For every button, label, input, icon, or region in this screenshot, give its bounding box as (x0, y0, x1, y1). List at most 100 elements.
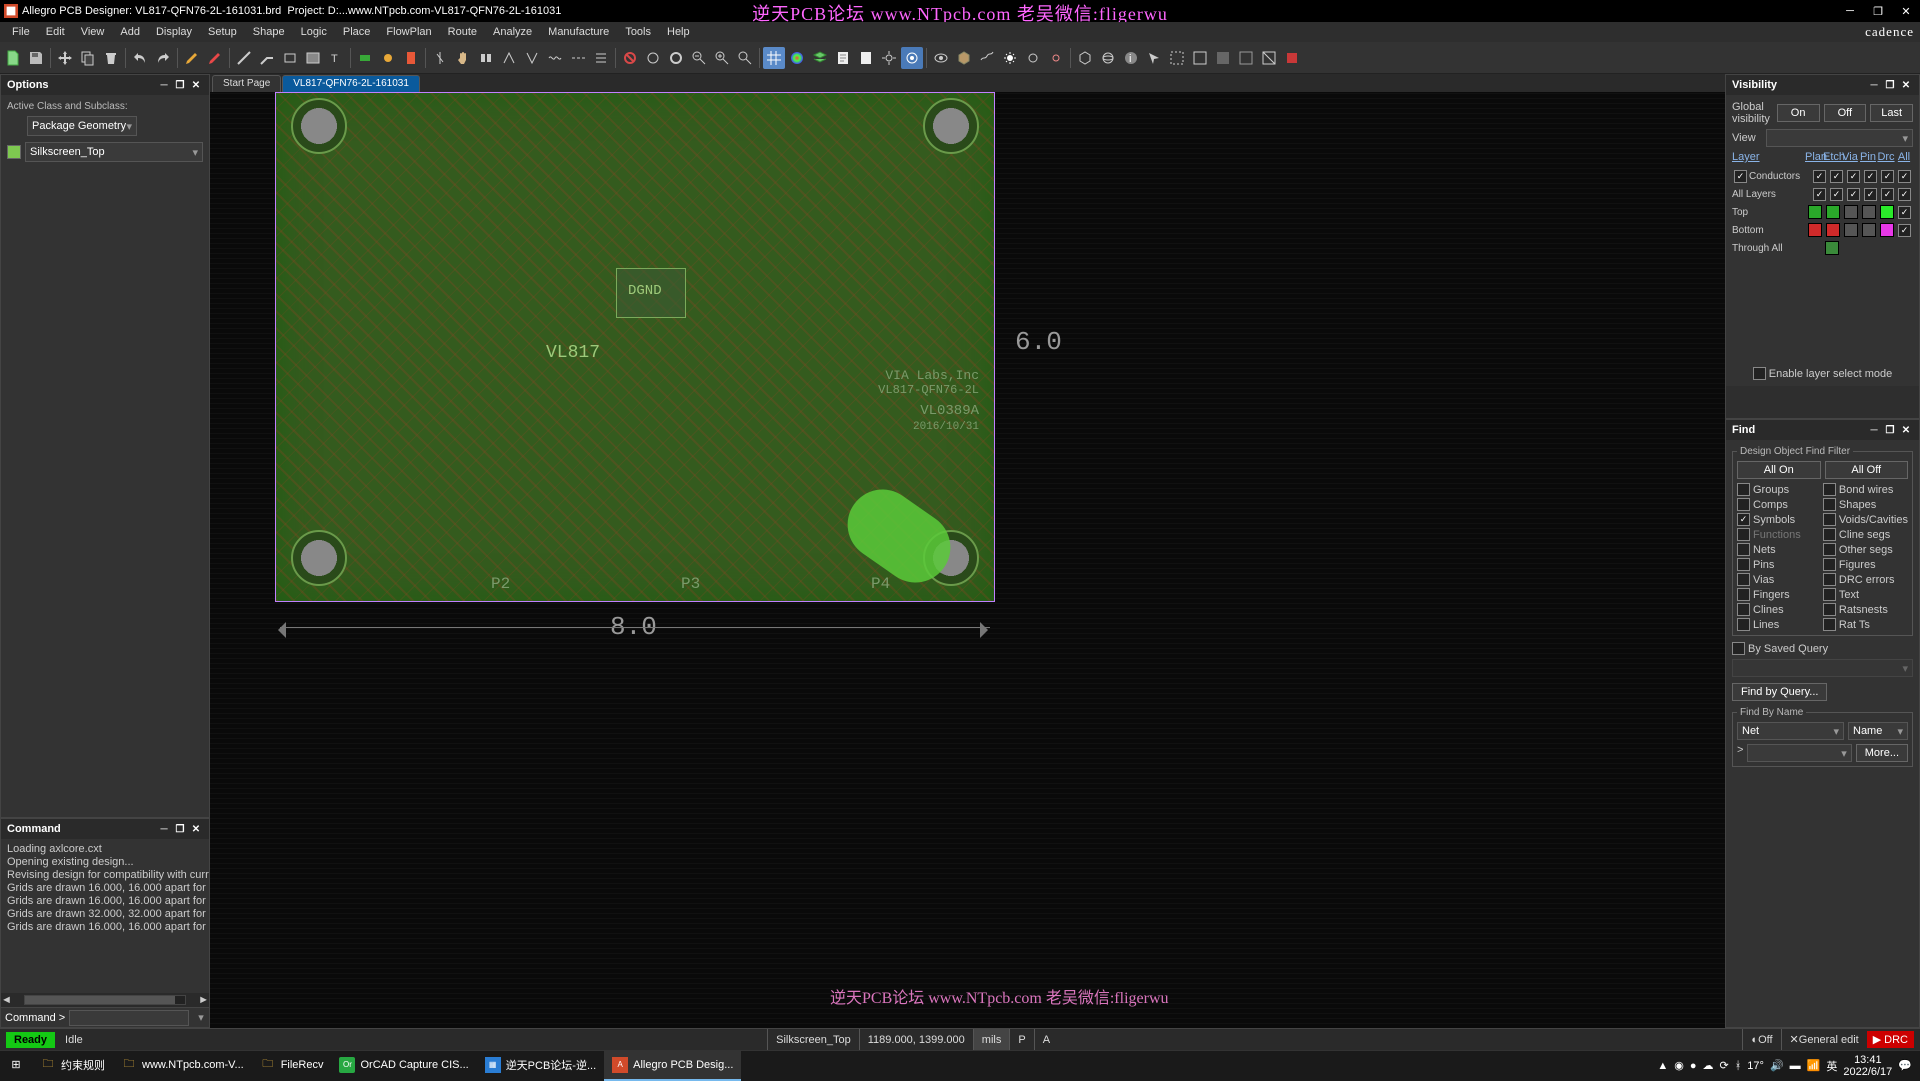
report-icon[interactable] (832, 47, 854, 69)
bot-drc-swatch[interactable] (1880, 223, 1894, 237)
gear-icon[interactable] (878, 47, 900, 69)
find-drcerrors-checkbox[interactable] (1823, 573, 1836, 586)
snake-icon[interactable] (544, 47, 566, 69)
find-clinesegs-checkbox[interactable] (1823, 528, 1836, 541)
find-name-combo[interactable]: Name (1848, 722, 1908, 740)
zoom-out-icon[interactable] (688, 47, 710, 69)
hdr-pin[interactable]: Pin (1859, 151, 1877, 163)
thru-swatch[interactable] (1825, 241, 1839, 255)
all-on-button[interactable]: All On (1737, 461, 1821, 479)
find-shapes-checkbox[interactable] (1823, 498, 1836, 511)
find-othersegs-checkbox[interactable] (1823, 543, 1836, 556)
cmd-history-dropdown[interactable]: ▾ (193, 1011, 209, 1024)
all-plan[interactable] (1813, 188, 1826, 201)
find-by-query-button[interactable]: Find by Query... (1732, 683, 1827, 701)
find-vias-checkbox[interactable] (1737, 573, 1750, 586)
subclass-swatch[interactable] (7, 145, 21, 159)
cube-icon[interactable] (953, 47, 975, 69)
task-orcad[interactable]: OrOrCAD Capture CIS... (331, 1051, 476, 1081)
status-p[interactable]: P (1009, 1029, 1033, 1050)
tray-wifi-icon[interactable]: 📶 (1807, 1059, 1821, 1072)
cond-via[interactable] (1847, 170, 1860, 183)
tab-start-page[interactable]: Start Page (212, 75, 281, 92)
find-voidscavities-checkbox[interactable] (1823, 513, 1836, 526)
status-mode[interactable]: ✕ General edit (1781, 1029, 1867, 1050)
global-off-button[interactable]: Off (1824, 104, 1867, 122)
tray-bt-icon[interactable]: ᚼ (1735, 1060, 1742, 1072)
tray-sync-icon[interactable]: ⟳ (1719, 1059, 1728, 1072)
status-a[interactable]: A (1034, 1029, 1058, 1050)
enable-layer-select-checkbox[interactable] (1753, 367, 1766, 380)
hdr-layer[interactable]: Layer (1732, 151, 1805, 163)
delete-icon[interactable] (100, 47, 122, 69)
heat-icon[interactable] (400, 47, 422, 69)
sun-icon[interactable] (377, 47, 399, 69)
cond-pin[interactable] (1864, 170, 1877, 183)
find-max-icon[interactable]: ❐ (1883, 423, 1897, 437)
close-button[interactable]: ✕ (1892, 0, 1920, 22)
menu-setup[interactable]: Setup (200, 24, 245, 40)
hdr-drc[interactable]: Drc (1877, 151, 1895, 163)
cond-all[interactable] (1898, 170, 1911, 183)
bot-via-swatch[interactable] (1844, 223, 1858, 237)
tray-net-icon[interactable]: ◉ (1674, 1059, 1684, 1072)
menu-help[interactable]: Help (659, 24, 698, 40)
find-figures-checkbox[interactable] (1823, 558, 1836, 571)
layer-icon[interactable] (809, 47, 831, 69)
find-text-checkbox[interactable] (1823, 588, 1836, 601)
eye-icon[interactable] (930, 47, 952, 69)
shape-poly-icon[interactable] (302, 47, 324, 69)
status-layer[interactable]: Silkscreen_Top (767, 1029, 859, 1050)
find-ratts-checkbox[interactable] (1823, 618, 1836, 631)
find-clines-checkbox[interactable] (1737, 603, 1750, 616)
dehighlight-icon[interactable] (204, 47, 226, 69)
arrow-icon[interactable] (1143, 47, 1165, 69)
minimize-button[interactable]: ─ (1836, 0, 1864, 22)
shape-rect-icon[interactable] (279, 47, 301, 69)
hdr-via[interactable]: Via (1841, 151, 1859, 163)
sel4-icon[interactable] (1235, 47, 1257, 69)
menu-analyze[interactable]: Analyze (485, 24, 540, 40)
task-allegro[interactable]: AAllegro PCB Desig... (604, 1051, 741, 1081)
menu-manufacture[interactable]: Manufacture (540, 24, 617, 40)
menu-add[interactable]: Add (112, 24, 148, 40)
bot-all-checkbox[interactable] (1898, 224, 1911, 237)
report2-icon[interactable] (855, 47, 877, 69)
subclass-combo[interactable]: Silkscreen_Top (25, 142, 203, 162)
all-off-button[interactable]: All Off (1825, 461, 1909, 479)
task-folder-2[interactable]: 🗀www.NTpcb.com-V... (113, 1051, 252, 1081)
options-close-icon[interactable]: ✕ (189, 78, 203, 92)
tray-ime[interactable]: 英 (1826, 1058, 1837, 1074)
tray-vol-icon[interactable]: 🔊 (1770, 1059, 1784, 1072)
status-units[interactable]: mils (973, 1029, 1010, 1050)
info-icon[interactable]: i (1120, 47, 1142, 69)
save-icon[interactable] (25, 47, 47, 69)
menu-view[interactable]: View (73, 24, 113, 40)
design-canvas[interactable]: DGND VL817 VIA Labs,Inc VL817-QFN76-2L V… (210, 92, 1725, 1028)
tray-wechat-icon[interactable]: ● (1690, 1060, 1697, 1072)
vis-min-icon[interactable]: ─ (1867, 78, 1881, 92)
connect-icon[interactable] (256, 47, 278, 69)
find-functions-checkbox[interactable] (1737, 528, 1750, 541)
status-off-toggle[interactable]: ◐ Off (1742, 1029, 1780, 1050)
menu-display[interactable]: Display (148, 24, 200, 40)
globe-icon[interactable] (1097, 47, 1119, 69)
line-icon[interactable] (233, 47, 255, 69)
link-icon[interactable] (1045, 47, 1067, 69)
undo-icon[interactable] (129, 47, 151, 69)
global-on-button[interactable]: On (1777, 104, 1820, 122)
all-etch[interactable] (1830, 188, 1843, 201)
system-tray[interactable]: ▲ ◉ ● ☁ ⟳ ᚼ 17° 🔊 ▬ 📶 英 13:412022/6/17 💬 (1649, 1054, 1920, 1078)
menu-logic[interactable]: Logic (293, 24, 335, 40)
more-button[interactable]: More... (1856, 744, 1908, 762)
cond-plan[interactable] (1813, 170, 1826, 183)
options-max-icon[interactable]: ❐ (173, 78, 187, 92)
find-symbols-checkbox[interactable] (1737, 513, 1750, 526)
bot-etch-swatch[interactable] (1826, 223, 1840, 237)
sel1-icon[interactable] (1166, 47, 1188, 69)
all-via[interactable] (1847, 188, 1860, 201)
view-combo[interactable] (1766, 129, 1913, 147)
hdr-plan[interactable]: Plan (1805, 151, 1823, 163)
find-pins-checkbox[interactable] (1737, 558, 1750, 571)
all-drc[interactable] (1881, 188, 1894, 201)
